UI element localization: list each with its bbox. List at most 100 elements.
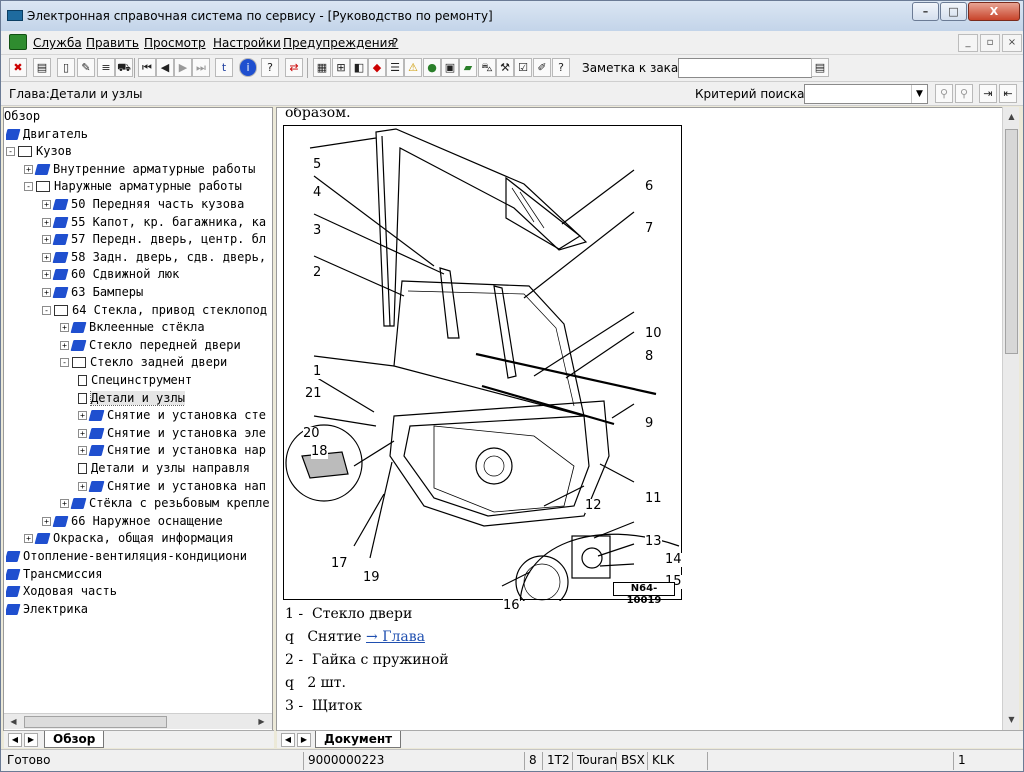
tree-item[interactable]: + Стекло передней двери bbox=[60, 338, 241, 355]
back-icon[interactable]: t bbox=[215, 58, 233, 77]
info-icon[interactable]: i bbox=[239, 58, 257, 77]
tab-prev-icon[interactable]: ◀ bbox=[281, 733, 295, 747]
next-page-icon[interactable]: ▶ bbox=[174, 58, 192, 77]
tree-item[interactable]: + Снятие и установка сте bbox=[78, 408, 266, 425]
tool-icon[interactable]: ⚒ bbox=[496, 58, 514, 77]
new-doc-icon[interactable]: ▯ bbox=[57, 58, 75, 77]
tab-document[interactable]: Документ bbox=[315, 731, 402, 748]
globe-icon[interactable]: ● bbox=[423, 58, 441, 77]
list-icon[interactable]: ☰ bbox=[386, 58, 404, 77]
search-next-icon[interactable]: ⚲ bbox=[955, 84, 973, 103]
scroll-right-icon[interactable]: ▶ bbox=[254, 714, 269, 730]
order-note-edit-icon[interactable]: ▤ bbox=[811, 58, 829, 77]
chapter-link[interactable]: → Глава bbox=[366, 629, 425, 645]
tree-item[interactable]: - Стекло задней двери bbox=[60, 355, 227, 372]
tree-item[interactable]: + Внутренние арматурные работы bbox=[24, 162, 255, 179]
checklist-icon[interactable]: ☑ bbox=[514, 58, 532, 77]
scroll-thumb[interactable] bbox=[24, 716, 167, 728]
tree-item[interactable]: Двигатель bbox=[6, 127, 88, 144]
expand-icon[interactable]: + bbox=[78, 428, 87, 438]
tree-item[interactable]: Трансмиссия bbox=[6, 567, 102, 584]
question-doc-icon[interactable]: ? bbox=[552, 58, 570, 77]
collapse-icon[interactable]: - bbox=[60, 358, 69, 368]
tree-item[interactable]: Ходовая часть bbox=[6, 584, 117, 601]
expand-icon[interactable]: + bbox=[60, 340, 69, 350]
collapse-icon[interactable]: ⇥ bbox=[979, 84, 997, 103]
document-vertical-scrollbar[interactable]: ▲ ▼ bbox=[1002, 107, 1019, 731]
search-icon[interactable]: ⚲ bbox=[935, 84, 953, 103]
edit-doc-icon[interactable]: ✎ bbox=[77, 58, 95, 77]
search-criteria-select[interactable]: ▼ bbox=[804, 84, 928, 104]
doc-list-icon[interactable]: ≡ bbox=[97, 58, 115, 77]
tree-item[interactable]: Электрика bbox=[6, 602, 88, 619]
tab-overview[interactable]: Обзор bbox=[44, 731, 105, 748]
chevron-down-icon[interactable]: ▼ bbox=[911, 85, 927, 103]
prev-page-icon[interactable]: ◀ bbox=[156, 58, 174, 77]
tab-next-icon[interactable]: ▶ bbox=[24, 733, 38, 747]
order-note-field[interactable] bbox=[678, 58, 812, 78]
expand-icon[interactable]: + bbox=[42, 200, 51, 209]
expand-icon[interactable]: + bbox=[42, 270, 51, 280]
tree-item[interactable]: +60 Сдвижной люк bbox=[42, 267, 179, 284]
tree-item[interactable]: Специнструмент bbox=[78, 373, 192, 390]
exit-icon[interactable]: ✖ bbox=[9, 58, 27, 77]
green-book-icon[interactable]: ▰ bbox=[459, 58, 477, 77]
expand-icon[interactable]: + bbox=[60, 323, 69, 333]
tree-item[interactable]: +57 Передн. дверь, центр. бл bbox=[42, 232, 266, 249]
tree-item[interactable]: + Снятие и установка нап bbox=[78, 479, 266, 496]
collapse-icon[interactable]: - bbox=[6, 147, 15, 157]
expand-icon[interactable]: + bbox=[42, 516, 51, 526]
expand-icon[interactable]: + bbox=[42, 235, 51, 245]
calc-icon[interactable]: ▦ bbox=[313, 58, 331, 77]
mdi-restore-button[interactable]: ▫ bbox=[980, 34, 1000, 52]
print-icon[interactable]: ▤ bbox=[33, 58, 51, 77]
expand-icon[interactable]: + bbox=[42, 288, 51, 297]
close-button[interactable]: X bbox=[968, 2, 1020, 21]
vehicle-icon[interactable]: ⛍ bbox=[478, 58, 496, 77]
tree-item[interactable]: +50 Передняя часть кузова bbox=[42, 197, 244, 214]
expand-icon[interactable]: + bbox=[78, 446, 87, 456]
diamond-icon[interactable]: ◆ bbox=[368, 58, 386, 77]
tree-item[interactable]: +63 Бамперы bbox=[42, 285, 143, 302]
menu-settings[interactable]: Настройки bbox=[213, 36, 281, 50]
last-page-icon[interactable]: ⏭ bbox=[192, 58, 210, 77]
table-icon[interactable]: ⊞ bbox=[332, 58, 350, 77]
mdi-minimize-button[interactable]: _ bbox=[958, 34, 978, 52]
expand-icon[interactable]: + bbox=[42, 217, 51, 227]
tree-item[interactable]: + Снятие и установка нар bbox=[78, 443, 266, 460]
menu-help[interactable]: ? bbox=[392, 36, 398, 50]
expand-icon[interactable]: + bbox=[60, 499, 69, 509]
tree-horizontal-scrollbar[interactable]: ◀ ▶ bbox=[4, 713, 272, 729]
tree-item[interactable]: Отопление-вентиляция-кондициони bbox=[6, 549, 247, 566]
first-page-icon[interactable]: ⏮ bbox=[138, 58, 156, 77]
disk-icon[interactable]: ▣ bbox=[441, 58, 459, 77]
tree-item[interactable]: +55 Капот, кр. багажника, ка bbox=[42, 215, 266, 232]
tree-item[interactable]: Обзор bbox=[4, 109, 40, 126]
expand-icon[interactable]: ⇤ bbox=[999, 84, 1017, 103]
tree-item[interactable]: Детали и узлы направля bbox=[78, 461, 250, 478]
tree-item[interactable]: - Наружные арматурные работы bbox=[24, 179, 242, 196]
menu-warnings[interactable]: Предупреждения bbox=[283, 36, 395, 50]
menu-service[interactable]: Служба bbox=[33, 36, 82, 50]
menu-app-icon[interactable] bbox=[9, 34, 27, 50]
tree-item[interactable]: + Снятие и установка эле bbox=[78, 426, 266, 443]
tree-item[interactable]: - Кузов bbox=[6, 144, 72, 161]
tree-item[interactable]: + Окраска, общая информация bbox=[24, 531, 234, 548]
parts-icon[interactable]: ◧ bbox=[350, 58, 368, 77]
maximize-button[interactable]: □ bbox=[940, 2, 967, 21]
scroll-thumb[interactable] bbox=[1005, 129, 1018, 354]
scroll-left-icon[interactable]: ◀ bbox=[6, 714, 21, 730]
menu-edit[interactable]: Править bbox=[86, 36, 139, 50]
scroll-down-icon[interactable]: ▼ bbox=[1004, 712, 1019, 728]
expand-icon[interactable]: + bbox=[78, 481, 87, 491]
car-icon[interactable]: ⛟ bbox=[115, 58, 133, 77]
warning-icon[interactable]: ⚠ bbox=[404, 58, 422, 77]
switch-icon[interactable]: ⇄ bbox=[285, 58, 303, 77]
collapse-icon[interactable]: - bbox=[24, 182, 33, 192]
scroll-up-icon[interactable]: ▲ bbox=[1004, 109, 1019, 125]
tab-next-icon[interactable]: ▶ bbox=[297, 733, 311, 747]
help-icon[interactable]: ? bbox=[261, 58, 279, 77]
tree-item[interactable]: - 64 Стекла, привод стеклопод bbox=[42, 303, 267, 320]
tree-item[interactable]: + Вклеенные стёкла bbox=[60, 320, 205, 337]
expand-icon[interactable]: + bbox=[78, 411, 87, 421]
